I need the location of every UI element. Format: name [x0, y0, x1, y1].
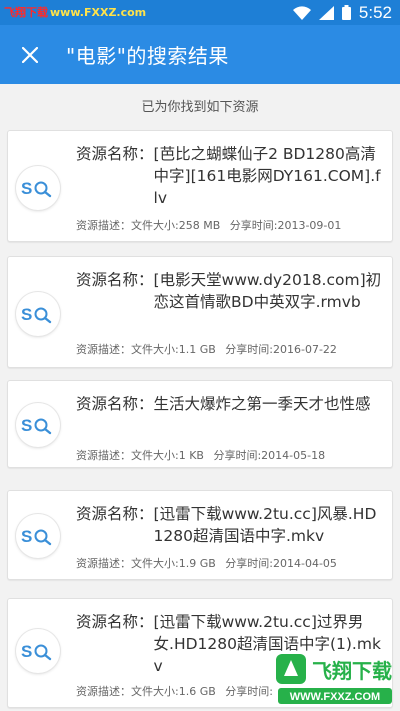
- result-card[interactable]: S 资源名称： [电影天堂www.dy2018.com]初恋这首情歌BD中英双字…: [7, 256, 393, 368]
- search-logo-icon: S: [16, 292, 60, 336]
- watermark-top-left: 飞翔下载 www.FXXZ.com: [4, 4, 146, 20]
- file-size: 资源描述：文件大小:1.9 GB: [76, 557, 216, 570]
- search-logo-icon: S: [16, 403, 60, 447]
- name-label: 资源名称：: [76, 395, 154, 413]
- resource-name: [芭比之蝴蝶仙子2 BD1280高清中字][161电影网DY161.COM].f…: [153, 145, 381, 207]
- close-button[interactable]: [16, 41, 44, 69]
- svg-text:S: S: [21, 642, 32, 661]
- resource-name: 生活大爆炸之第一季天才也性感: [153, 395, 371, 413]
- app-bar: "电影"的搜索结果: [0, 25, 400, 84]
- result-meta: 资源描述：文件大小:1 KB 分享时间:2014-05-18: [76, 447, 386, 463]
- result-title: 资源名称： 生活大爆炸之第一季天才也性感: [76, 393, 382, 415]
- share-date: 分享时间:: [225, 685, 273, 698]
- share-date: 分享时间:2016-07-22: [225, 343, 337, 356]
- results-hint: 已为你找到如下资源: [141, 100, 259, 115]
- result-card[interactable]: S 资源名称： 生活大爆炸之第一季天才也性感 资源描述：文件大小:1 KB 分享…: [7, 380, 393, 468]
- close-icon: [22, 46, 38, 63]
- status-bar: 飞翔下载 www.FXXZ.com 5:52: [0, 0, 400, 25]
- watermark-brand-text: 飞翔下载: [4, 6, 48, 19]
- watermark-url-text: www.FXXZ.com: [50, 6, 147, 19]
- result-title: 资源名称： [电影天堂www.dy2018.com]初恋这首情歌BD中英双字.r…: [76, 269, 382, 313]
- wifi-icon: [292, 5, 311, 20]
- share-date: 分享时间:2014-05-18: [213, 449, 326, 462]
- watermark-logo-text: 飞翔下载: [312, 659, 392, 683]
- result-meta: 资源描述：文件大小:258 MB 分享时间:2013-09-01: [76, 217, 386, 233]
- name-label: 资源名称：: [76, 145, 154, 163]
- file-size: 资源描述：文件大小:1.6 GB: [76, 685, 216, 698]
- name-label: 资源名称：: [76, 271, 154, 289]
- name-label: 资源名称：: [76, 613, 154, 631]
- svg-text:S: S: [21, 179, 32, 198]
- file-size: 资源描述：文件大小:258 MB: [76, 219, 221, 232]
- share-date: 分享时间:2013-09-01: [229, 219, 342, 232]
- result-card[interactable]: S 资源名称： [芭比之蝴蝶仙子2 BD1280高清中字][161电影网DY16…: [7, 130, 393, 242]
- page-title: "电影"的搜索结果: [66, 44, 229, 68]
- share-date: 分享时间:2014-04-05: [225, 557, 337, 570]
- file-size: 资源描述：文件大小:1.1 GB: [76, 343, 216, 356]
- search-logo-icon: S: [16, 514, 60, 558]
- signal-icon: [318, 5, 334, 20]
- status-time: 5:52: [358, 2, 392, 22]
- search-logo-icon: S: [16, 629, 60, 673]
- result-title: 资源名称： [芭比之蝴蝶仙子2 BD1280高清中字][161电影网DY161.…: [76, 143, 382, 209]
- resource-name: [电影天堂www.dy2018.com]初恋这首情歌BD中英双字.rmvb: [153, 271, 382, 311]
- battery-icon: [341, 5, 351, 20]
- svg-text:S: S: [21, 527, 32, 546]
- result-card[interactable]: S 资源名称： [迅雷下载www.2tu.cc]风暴.HD1280超清国语中字.…: [7, 490, 393, 580]
- watermark-logo: 飞翔下载 WWW.FXXZ.COM: [276, 654, 392, 704]
- svg-text:S: S: [21, 416, 32, 435]
- svg-text:S: S: [21, 305, 32, 324]
- resource-name: [迅雷下载www.2tu.cc]风暴.HD1280超清国语中字.mkv: [153, 505, 377, 545]
- name-label: 资源名称：: [76, 505, 154, 523]
- watermark-logo-url: WWW.FXXZ.COM: [290, 691, 380, 703]
- result-meta: 资源描述：文件大小:1.9 GB 分享时间:2014-04-05: [76, 555, 386, 571]
- status-icons: 5:52: [292, 2, 392, 23]
- search-logo-icon: S: [16, 166, 60, 210]
- result-title: 资源名称： [迅雷下载www.2tu.cc]风暴.HD1280超清国语中字.mk…: [76, 503, 382, 547]
- file-size: 资源描述：文件大小:1 KB: [76, 449, 204, 462]
- result-meta: 资源描述：文件大小:1.1 GB 分享时间:2016-07-22: [76, 341, 386, 357]
